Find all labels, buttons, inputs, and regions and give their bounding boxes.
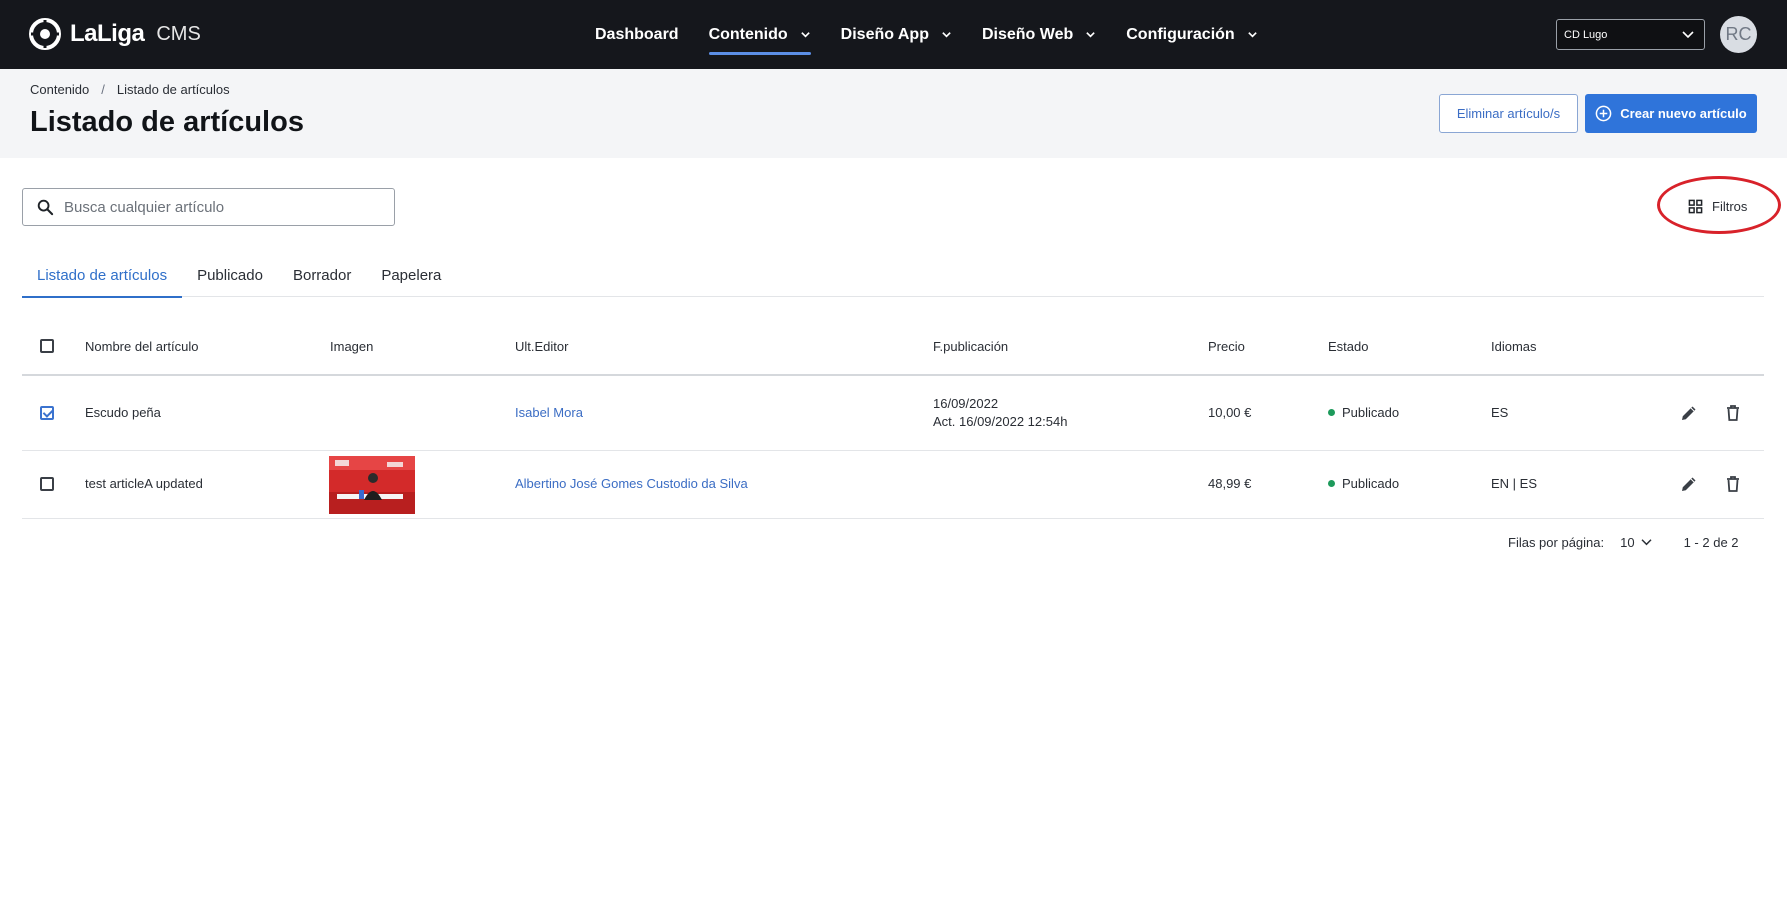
- column-header-name[interactable]: Nombre del artículo: [85, 339, 198, 354]
- create-article-button[interactable]: Crear nuevo artículo: [1585, 94, 1757, 133]
- articles-table: Nombre del artículo Imagen Ult.Editor F.…: [22, 317, 1764, 519]
- status-badge: Publicado: [1328, 405, 1399, 420]
- article-editor-link[interactable]: Isabel Mora: [515, 405, 583, 420]
- row-checkbox[interactable]: [40, 406, 54, 420]
- pagination-range: 1 - 2 de 2: [1683, 535, 1739, 550]
- search-box: [22, 188, 395, 226]
- nav-item-label: Diseño Web: [981, 25, 1074, 43]
- pencil-icon[interactable]: [1679, 474, 1699, 494]
- chevron-down-icon: [800, 32, 810, 38]
- plus-circle-icon: [1595, 105, 1612, 122]
- article-name: test articleA updated: [85, 476, 203, 491]
- status-badge: Publicado: [1328, 476, 1399, 491]
- nav-item-label: Diseño App: [840, 25, 929, 43]
- article-languages: ES: [1491, 405, 1509, 420]
- select-all-checkbox[interactable]: [40, 339, 54, 353]
- tab-label: Borrador: [292, 267, 352, 284]
- pagination: Filas por página: 10 1 - 2 de 2: [1508, 535, 1739, 550]
- tab-borrador[interactable]: Borrador: [278, 261, 366, 297]
- column-header-image: Imagen: [330, 339, 374, 354]
- create-article-label: Crear nuevo artículo: [1620, 106, 1747, 121]
- nav-item-label: Dashboard: [595, 25, 679, 43]
- breadcrumb-parent[interactable]: Contenido: [30, 82, 89, 97]
- tab-publicado[interactable]: Publicado: [182, 261, 278, 297]
- row-checkbox[interactable]: [40, 477, 54, 491]
- club-select-value: CD Lugo: [1564, 28, 1608, 41]
- main-nav: Dashboard Contenido Diseño App Diseño We…: [580, 0, 1273, 69]
- article-price: 10,00 €: [1208, 405, 1252, 420]
- status-dot: [1328, 480, 1335, 488]
- article-name: Escudo peña: [85, 405, 161, 420]
- chevron-down-icon: [1641, 539, 1652, 546]
- status-dot: [1328, 409, 1335, 417]
- rows-per-page-label: Filas por página:: [1508, 535, 1605, 550]
- table-row[interactable]: Escudo peña Isabel Mora 16/09/2022 Act. …: [22, 376, 1764, 451]
- table-header: Nombre del artículo Imagen Ult.Editor F.…: [22, 317, 1764, 376]
- app-logo[interactable]: LaLiga CMS: [28, 16, 201, 52]
- search-icon: [37, 199, 54, 215]
- article-tabs: Listado de artículos Publicado Borrador …: [22, 261, 1764, 298]
- tab-label: Publicado: [197, 267, 263, 284]
- tab-label: Listado de artículos: [37, 267, 168, 284]
- logo-subtitle: CMS: [156, 22, 201, 45]
- search-input[interactable]: [64, 198, 364, 216]
- breadcrumb: Contenido / Listado de artículos: [30, 82, 230, 97]
- column-header-status[interactable]: Estado: [1328, 339, 1368, 354]
- article-updated-date: Act. 16/09/2022 12:54h: [933, 414, 1068, 429]
- club-select[interactable]: CD Lugo: [1556, 19, 1705, 50]
- press-conference-photo: [329, 456, 415, 514]
- status-label: Publicado: [1342, 476, 1400, 491]
- breadcrumb-separator: /: [101, 82, 105, 97]
- chevron-down-icon: [1247, 32, 1257, 38]
- breadcrumb-current: Listado de artículos: [116, 82, 230, 97]
- delete-articles-label: Eliminar artículo/s: [1456, 106, 1561, 121]
- user-avatar[interactable]: RC: [1720, 16, 1757, 53]
- chevron-down-icon: [1682, 31, 1694, 39]
- article-languages: EN | ES: [1491, 476, 1538, 491]
- nav-item-configuracion[interactable]: Configuración: [1111, 0, 1272, 69]
- logo-text: LaLiga: [70, 20, 145, 47]
- rows-per-page-select[interactable]: 10: [1620, 535, 1652, 550]
- trash-icon[interactable]: [1723, 403, 1743, 423]
- chevron-down-icon: [942, 32, 951, 38]
- nav-item-diseno-app[interactable]: Diseño App: [826, 0, 967, 69]
- delete-articles-button[interactable]: Eliminar artículo/s: [1439, 94, 1578, 133]
- nav-item-contenido[interactable]: Contenido: [694, 0, 826, 69]
- column-header-date[interactable]: F.publicación: [933, 339, 1008, 354]
- tab-label: Papelera: [381, 267, 442, 284]
- article-editor-link[interactable]: Albertino José Gomes Custodio da Silva: [515, 476, 748, 491]
- article-publish-date: 16/09/2022: [933, 396, 999, 411]
- table-row[interactable]: test articleA updated Albertino José Gom…: [22, 451, 1764, 519]
- pencil-icon[interactable]: [1679, 403, 1699, 423]
- red-annotation-circle: [1657, 176, 1781, 234]
- article-price: 48,99 €: [1208, 476, 1252, 491]
- trash-icon[interactable]: [1723, 474, 1743, 494]
- nav-item-diseno-web[interactable]: Diseño Web: [967, 0, 1111, 69]
- page-title: Listado de artículos: [30, 106, 304, 138]
- tab-listado[interactable]: Listado de artículos: [22, 261, 183, 298]
- status-label: Publicado: [1342, 405, 1400, 420]
- laliga-ball-icon: [29, 18, 61, 50]
- column-header-languages: Idiomas: [1491, 339, 1537, 354]
- nav-item-dashboard[interactable]: Dashboard: [580, 0, 694, 69]
- article-thumbnail: [329, 456, 415, 514]
- top-bar: LaLiga CMS Dashboard Contenido Diseño Ap…: [0, 0, 1787, 69]
- chevron-down-icon: [1086, 32, 1096, 38]
- rows-per-page-value: 10: [1620, 535, 1635, 550]
- nav-item-label: Contenido: [708, 25, 788, 43]
- column-header-editor[interactable]: Ult.Editor: [515, 339, 568, 354]
- tab-papelera[interactable]: Papelera: [366, 261, 456, 297]
- nav-item-label: Configuración: [1126, 25, 1235, 43]
- column-header-price[interactable]: Precio: [1208, 339, 1245, 354]
